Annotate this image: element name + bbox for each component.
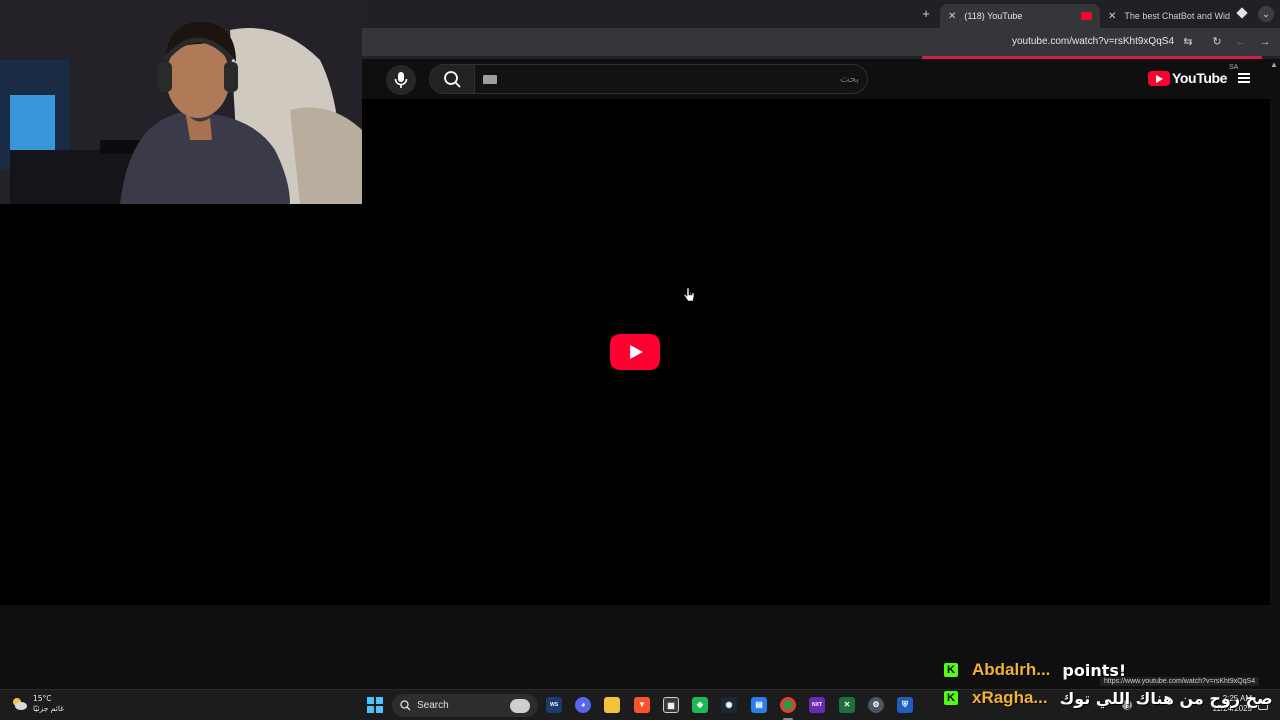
chat-text: صح روح من هناك إللي توك — [1059, 688, 1273, 708]
tab-chatbot[interactable]: ✕ The best ChatBot and Widgets — [1100, 4, 1230, 28]
close-tab-icon[interactable]: ✕ — [948, 11, 956, 22]
chat-message: K xRagha... صح روح من هناك إللي توك — [944, 688, 1273, 708]
close-tab-icon[interactable]: ✕ — [1108, 11, 1116, 22]
search-button[interactable] — [429, 64, 475, 94]
microphone-icon — [394, 72, 408, 88]
country-code: SA — [1229, 64, 1239, 71]
voice-search-button[interactable] — [386, 65, 416, 95]
youtube-favicon-icon — [1081, 12, 1092, 20]
screen: + ✕ (118) YouTube ✕ The best ChatBot and… — [0, 0, 1280, 720]
next-icon[interactable]: NXT — [809, 697, 825, 713]
chat-username: Abdalrh... — [972, 660, 1051, 679]
scroll-up-arrow-icon[interactable]: ▲ — [1270, 60, 1278, 69]
youtube-logo-text: YouTube — [1172, 70, 1228, 86]
microsoft-store-icon[interactable]: ▦ — [663, 697, 679, 713]
kick-logo-icon: K — [944, 663, 958, 677]
keyboard-icon[interactable] — [483, 75, 497, 84]
large-play-button[interactable] — [610, 334, 660, 370]
search-input[interactable] — [503, 67, 859, 91]
chrome-icon[interactable] — [780, 697, 796, 713]
forward-arrow-icon[interactable]: → — [1257, 34, 1273, 50]
reload-icon[interactable]: ↻ — [1209, 34, 1225, 50]
tab-label: (118) YouTube — [964, 11, 1023, 21]
wireshark-icon[interactable]: WS — [546, 697, 562, 713]
webcam-overlay — [0, 0, 362, 204]
hand-cursor-icon — [683, 287, 695, 302]
file-explorer-icon[interactable] — [604, 697, 620, 713]
settings-gear-icon[interactable]: ⚙ — [868, 697, 884, 713]
streamer-webcam-image — [0, 0, 362, 204]
excel-icon[interactable]: ✕ — [839, 697, 855, 713]
steam-icon[interactable]: ◉ — [721, 697, 737, 713]
partly-cloudy-icon — [13, 698, 27, 710]
search-icon — [444, 71, 461, 88]
youtube-logo[interactable]: YouTube SA — [1148, 64, 1238, 86]
search-highlight-icon — [510, 698, 530, 713]
xbox-icon[interactable]: ◆ — [692, 697, 708, 713]
notepad-icon[interactable]: ▤ — [751, 697, 767, 713]
menu-hamburger-icon[interactable] — [1238, 73, 1250, 83]
start-menu-icon[interactable] — [367, 697, 383, 713]
tab-youtube[interactable]: ✕ (118) YouTube — [940, 4, 1100, 28]
back-arrow-icon[interactable]: ← — [1233, 34, 1249, 50]
taskbar-search[interactable]: Search — [392, 694, 538, 717]
search-icon — [400, 700, 411, 711]
discord-icon[interactable]: ◕ — [575, 697, 591, 713]
tab-label: The best ChatBot and Widgets — [1124, 11, 1230, 21]
link-status-url: https://www.youtube.com/watch?v=rsKht9xQ… — [1100, 677, 1260, 686]
bot-shield-icon[interactable]: ⛨ — [897, 697, 913, 713]
address-bar: youtube.com/watch?v=rsKht9xQqS4 ⇆ ↻ ← → — [362, 28, 1280, 56]
weather-widget[interactable]: 15°C غائم جزئيًا — [10, 694, 64, 714]
url-field[interactable]: youtube.com/watch?v=rsKht9xQqS4 — [1012, 36, 1174, 47]
chat-message: K Abdalrh... points! — [944, 660, 1126, 680]
extension-icon[interactable] — [1236, 7, 1248, 19]
new-tab-button[interactable]: + — [918, 6, 934, 21]
weather-description: غائم جزئيًا — [33, 704, 65, 713]
brave-icon[interactable]: ▼ — [634, 697, 650, 713]
chat-username: xRagha... — [972, 688, 1048, 707]
search-field[interactable] — [474, 64, 868, 94]
youtube-play-logo-icon — [1148, 70, 1170, 86]
site-settings-icon[interactable]: ⇆ — [1180, 34, 1196, 50]
tab-search-chevron-icon[interactable]: ⌄ — [1258, 6, 1274, 22]
youtube-masthead: YouTube SA — [362, 59, 1280, 99]
kick-logo-icon: K — [944, 691, 958, 705]
weather-temperature: 15°C — [33, 694, 52, 703]
taskbar-search-label: Search — [417, 700, 449, 711]
